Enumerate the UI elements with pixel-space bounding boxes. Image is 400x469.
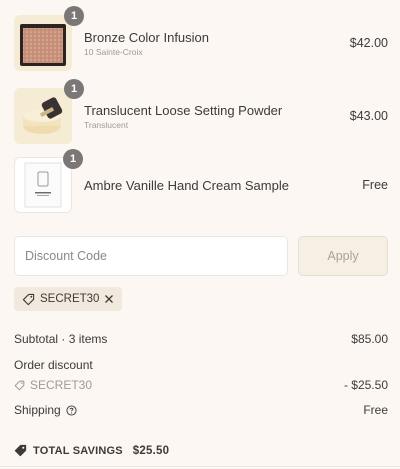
shipping-row: Shipping Free	[14, 403, 388, 417]
apply-discount-button[interactable]: Apply	[298, 236, 388, 276]
line-item: 1 Bronze Color Infusion 10 Sainte-Croix …	[14, 6, 388, 71]
line-item: 1 Translucent Loose Setting Powder Trans…	[14, 79, 388, 144]
item-info: Ambre Vanille Hand Cream Sample	[84, 178, 362, 193]
help-circle-icon[interactable]	[66, 404, 77, 416]
quantity-badge: 1	[64, 6, 84, 26]
total-savings-value: $25.50	[132, 444, 170, 457]
total-savings-label: TOTAL SAVINGS	[33, 444, 123, 457]
quantity-badge: 1	[63, 149, 83, 169]
subtotal-label: Subtotal · 3 items	[14, 332, 108, 346]
item-info: Bronze Color Infusion 10 Sainte-Croix	[84, 30, 350, 57]
tag-icon	[14, 444, 27, 457]
shipping-label: Shipping	[14, 403, 61, 417]
discount-code-line: SECRET30	[14, 378, 92, 392]
item-price: Free	[362, 178, 388, 192]
item-price: $42.00	[349, 36, 388, 50]
product-image-powder: 1	[14, 79, 84, 144]
order-discount-row: Order discount	[14, 358, 388, 372]
item-variant: Translucent	[84, 119, 129, 130]
tag-icon	[22, 293, 35, 306]
product-image-sample: 1	[14, 149, 83, 213]
loose-powder-jar-icon	[23, 97, 63, 134]
total-savings: TOTAL SAVINGS $25.50	[14, 444, 169, 457]
quantity-badge: 1	[64, 79, 84, 99]
discount-code-row: SECRET30 - $25.50	[14, 378, 388, 392]
product-image-bronzer: 1	[14, 6, 84, 71]
subtotal-row: Subtotal · 3 items $85.00	[14, 332, 388, 346]
item-name: Translucent Loose Setting Powder	[84, 102, 283, 118]
item-price: $43.00	[349, 109, 388, 123]
bronzer-compact-icon	[20, 24, 66, 66]
shipping-value: Free	[363, 403, 388, 417]
discount-amount: - $25.50	[343, 378, 388, 392]
shipping-label-group: Shipping	[14, 403, 77, 417]
subtotal-value: $85.00	[351, 332, 388, 346]
tag-icon	[14, 380, 25, 391]
discount-code-input[interactable]	[14, 236, 288, 276]
divider	[0, 466, 400, 467]
order-discount-label: Order discount	[14, 358, 93, 372]
close-icon[interactable]	[104, 294, 114, 304]
item-name: Bronze Color Infusion	[84, 29, 210, 45]
sample-card-icon	[24, 162, 62, 208]
applied-discount-chip: SECRET30	[14, 287, 123, 311]
discount-code-name: SECRET30	[30, 378, 93, 392]
item-name: Ambre Vanille Hand Cream Sample	[84, 177, 289, 193]
line-item: 1 Ambre Vanille Hand Cream Sample Free	[14, 149, 388, 213]
item-variant: 10 Sainte-Croix	[84, 46, 143, 57]
applied-code-label: SECRET30	[40, 293, 100, 305]
item-info: Translucent Loose Setting Powder Translu…	[84, 103, 350, 130]
